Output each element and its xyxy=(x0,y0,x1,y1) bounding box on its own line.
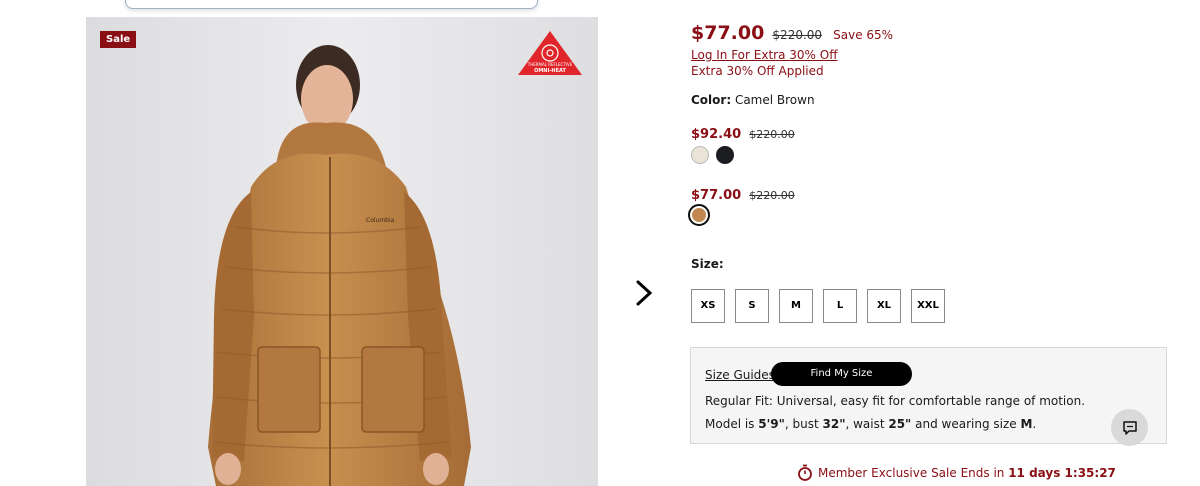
model-bust: 32" xyxy=(822,417,846,431)
omni-badge-line2: OMNI-HEAT xyxy=(534,68,566,74)
chat-icon xyxy=(1122,420,1137,435)
color-label: Color: xyxy=(691,93,732,107)
model-height: 5'9" xyxy=(758,417,785,431)
model-waist: 25" xyxy=(888,417,912,431)
original-price: $220.00 xyxy=(772,28,823,42)
find-my-size-button[interactable]: Find My Size xyxy=(771,362,912,386)
size-l-button[interactable]: L xyxy=(823,289,857,323)
model-prefix: Model is xyxy=(705,417,759,431)
product-image[interactable]: Columbia Sale THERMAL REFLECTIVE OMNI-HE… xyxy=(86,17,598,486)
size-xxl-button[interactable]: XXL xyxy=(911,289,945,323)
omni-badge-line1: THERMAL REFLECTIVE xyxy=(527,62,573,67)
model-photo xyxy=(86,17,598,486)
size-m-button[interactable]: M xyxy=(779,289,813,323)
model-waist-prefix: , waist xyxy=(845,417,889,431)
swatch-camel-brown[interactable] xyxy=(688,204,710,226)
stopwatch-icon xyxy=(798,464,812,481)
sale-badge: Sale xyxy=(100,31,137,48)
size-s-button[interactable]: S xyxy=(735,289,769,323)
model-bust-prefix: , bust xyxy=(784,417,823,431)
variant-original-price: $220.00 xyxy=(749,189,795,202)
timer-label: Member Exclusive Sale Ends in xyxy=(818,465,1009,480)
variant-original-price: $220.00 xyxy=(749,128,795,141)
variant-price-group-2: $77.00 $220.00 xyxy=(691,184,795,203)
price-row: $77.00 $220.00 Save 65% xyxy=(691,22,893,44)
variant-sale-price: $77.00 xyxy=(691,188,742,203)
size-xl-button[interactable]: XL xyxy=(867,289,901,323)
extra-discount-applied: Extra 30% Off Applied xyxy=(691,64,824,78)
sale-timer: Member Exclusive Sale Ends in 11 days 1:… xyxy=(797,464,1116,481)
swatch-light-cream[interactable] xyxy=(691,146,709,164)
fit-info-panel: Size Guides Find My Size Regular Fit: Un… xyxy=(690,347,1167,444)
chevron-right-icon xyxy=(636,280,653,306)
color-selection: Color: Camel Brown xyxy=(691,93,815,107)
model-size-prefix: and wearing size xyxy=(911,417,1021,431)
swatch-black[interactable] xyxy=(716,146,734,164)
model-info-text: Model is 5'9", bust 32", waist 25" and w… xyxy=(705,417,1036,431)
omni-heat-badge: THERMAL REFLECTIVE OMNI-HEAT xyxy=(516,29,584,77)
next-image-arrow[interactable] xyxy=(628,276,660,310)
size-guides-link[interactable]: Size Guides xyxy=(705,368,775,382)
size-label: Size: xyxy=(691,257,724,271)
color-value: Camel Brown xyxy=(734,93,815,107)
current-price: $77.00 xyxy=(691,22,765,44)
timer-value: 11 days 1:35:27 xyxy=(1008,465,1116,480)
variant-price-group-1: $92.40 $220.00 xyxy=(691,123,795,142)
model-size: M xyxy=(1020,417,1033,431)
save-percent: Save 65% xyxy=(833,28,894,42)
chat-button[interactable] xyxy=(1111,409,1148,446)
size-xs-button[interactable]: XS xyxy=(691,289,725,323)
variant-sale-price: $92.40 xyxy=(691,127,742,142)
regular-fit-text: Regular Fit: Universal, easy fit for com… xyxy=(705,394,1086,408)
login-extra-discount-link[interactable]: Log In For Extra 30% Off xyxy=(691,48,837,62)
search-dropdown-edge xyxy=(125,0,538,9)
model-suffix: . xyxy=(1032,417,1037,431)
jacket-logo: Columbia xyxy=(366,217,395,224)
